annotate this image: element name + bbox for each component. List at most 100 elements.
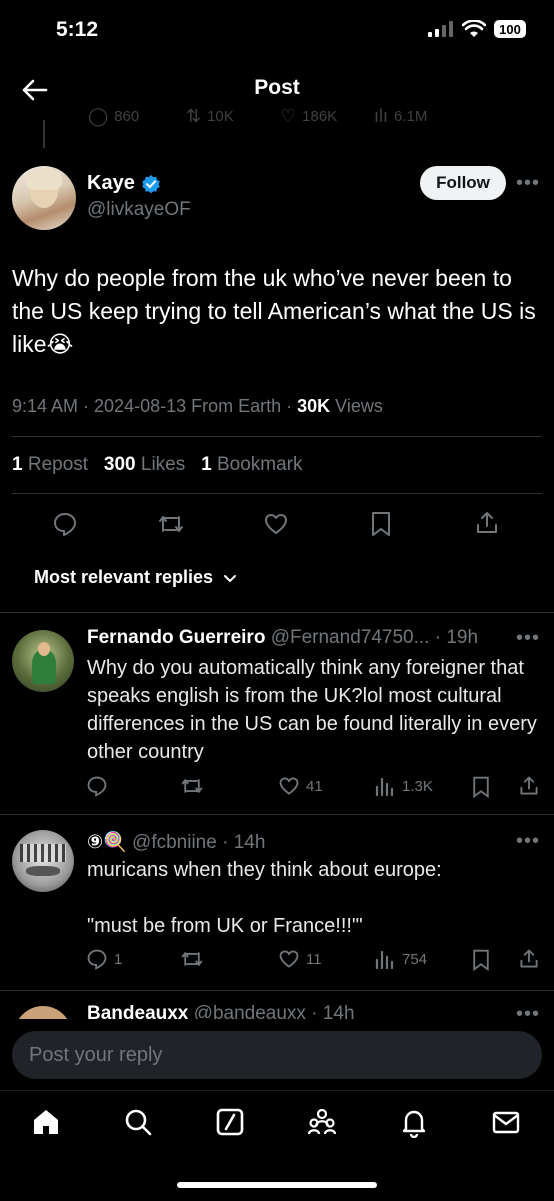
share-icon[interactable] — [518, 948, 540, 970]
views-label: Views — [330, 396, 383, 416]
repost-button[interactable] — [180, 775, 204, 797]
status-time: 5:12 — [56, 18, 99, 41]
reposts-stat[interactable]: 1 Repost — [12, 454, 88, 475]
reply-actions: 1 11 754 — [0, 946, 554, 976]
notifications-icon[interactable] — [398, 1106, 430, 1138]
reply-text: Why do you automatically think any forei… — [87, 657, 537, 763]
reply-header: ⑨🍭 @fcbniine · 14h — [87, 830, 265, 854]
reply-avatar[interactable] — [14, 1006, 72, 1019]
views-button[interactable]: 754 — [374, 948, 427, 970]
divider — [12, 436, 542, 437]
like-button[interactable]: 11 — [278, 948, 322, 970]
bookmark-icon[interactable] — [471, 949, 491, 971]
views-icon — [375, 777, 394, 797]
search-icon[interactable] — [122, 1106, 154, 1138]
author-avatar[interactable] — [12, 166, 76, 230]
reply-button[interactable]: 1 — [86, 948, 122, 970]
author-name[interactable]: Kaye — [87, 172, 135, 195]
page-title: Post — [254, 76, 300, 99]
divider — [0, 612, 554, 613]
reply-header: Fernando Guerreiro @Fernand74750... · 19… — [87, 627, 478, 649]
repost-count: ⇅ 10K — [186, 106, 234, 126]
bookmarks-stat[interactable]: 1 Bookmark — [201, 454, 302, 475]
divider — [0, 990, 554, 991]
reply-header: Bandeauxx @bandeauxx · 14h — [87, 1003, 355, 1019]
share-icon[interactable] — [474, 510, 500, 536]
replies-sort-label: Most relevant replies — [34, 567, 214, 587]
repost-icon: ⇅ — [186, 106, 202, 126]
like-count: 11 — [306, 950, 322, 968]
share-icon[interactable] — [518, 775, 540, 797]
reply-button[interactable] — [86, 775, 114, 797]
repost-icon — [181, 952, 203, 966]
views-button[interactable]: 1.3K — [374, 775, 433, 797]
reply-author-handle[interactable]: @Fernand74750... — [271, 627, 430, 648]
reply-avatar[interactable] — [12, 830, 74, 892]
view-count: ılı 6.1M — [374, 106, 428, 126]
post-stats: 1 Repost 300 Likes 1 Bookmark — [12, 454, 302, 476]
reply-icon[interactable] — [52, 511, 78, 537]
grok-icon[interactable] — [214, 1106, 246, 1138]
views-count: 30K — [297, 396, 331, 416]
bookmark-icon[interactable] — [370, 511, 392, 537]
reply-time: · 14h — [222, 832, 266, 853]
like-button[interactable]: 41 — [278, 775, 323, 797]
reply-icon — [87, 776, 107, 797]
divider — [0, 814, 554, 815]
follow-button[interactable]: Follow — [420, 166, 506, 200]
author-name-row[interactable]: Kaye — [87, 172, 161, 195]
like-count: ♡ 186K — [280, 106, 338, 126]
reply-icon — [87, 949, 107, 970]
view-count: 1.3K — [402, 777, 433, 795]
reply-count: ◯ 860 — [88, 106, 140, 126]
views-icon — [375, 950, 394, 970]
more-options-icon[interactable]: ••• — [516, 627, 540, 650]
like-count: 41 — [306, 777, 323, 795]
thread-connector — [43, 120, 45, 148]
like-icon — [279, 777, 299, 795]
like-icon[interactable] — [263, 511, 289, 537]
divider — [12, 493, 542, 494]
replies-sort-dropdown[interactable]: Most relevant replies — [34, 567, 237, 588]
post-text: Why do people from the uk who’ve never b… — [12, 265, 536, 357]
bookmark-icon[interactable] — [471, 776, 491, 798]
signal-icon — [428, 21, 453, 37]
reply-author-name[interactable]: Bandeauxx — [87, 1003, 188, 1019]
post-meta: 9:14 AM · 2024-08-13 From Earth · 30K Vi… — [12, 396, 383, 417]
reply-author-name[interactable]: Fernando Guerreiro — [87, 627, 265, 648]
author-handle[interactable]: @livkayeOF — [87, 199, 191, 221]
chevron-down-icon — [224, 574, 237, 582]
reply-avatar[interactable] — [12, 630, 74, 692]
more-options-icon[interactable]: ••• — [516, 830, 540, 853]
like-icon: ♡ — [280, 106, 297, 126]
reply-author-handle[interactable]: @fcbniine — [132, 832, 217, 853]
more-options-icon[interactable]: ••• — [516, 172, 540, 195]
previous-post-actions: ◯ 860 ⇅ 10K ♡ 186K ılı 6.1M — [0, 106, 554, 128]
communities-icon[interactable] — [306, 1106, 338, 1138]
reply-time: · 14h — [311, 1003, 355, 1019]
reply-text: muricans when they think about europe: "… — [87, 859, 442, 937]
wifi-icon — [462, 20, 486, 37]
views-icon: ılı — [374, 106, 389, 126]
more-options-icon[interactable]: ••• — [516, 1003, 540, 1019]
home-icon[interactable] — [30, 1106, 62, 1138]
reply-time: · 19h — [434, 627, 479, 648]
like-icon — [279, 950, 299, 968]
reply-author-handle[interactable]: @bandeauxx — [194, 1003, 306, 1019]
battery-indicator: 100 — [494, 20, 526, 38]
repost-icon — [181, 779, 203, 793]
repost-button[interactable] — [180, 948, 204, 970]
messages-icon[interactable] — [490, 1106, 522, 1138]
home-indicator — [177, 1182, 377, 1188]
reply-actions: 41 1.3K — [0, 773, 554, 803]
repost-icon[interactable] — [157, 511, 185, 537]
reply-icon: ◯ — [88, 106, 109, 126]
reply-author-name[interactable]: ⑨🍭 — [87, 832, 127, 853]
likes-stat[interactable]: 300 Likes — [104, 454, 185, 475]
post-actions — [0, 505, 554, 543]
reply-composer-input[interactable]: Post your reply — [12, 1031, 542, 1079]
post-timestamp: 9:14 AM · 2024-08-13 From Earth · — [12, 396, 298, 416]
view-count: 754 — [402, 950, 428, 968]
status-icons: 100 — [428, 20, 526, 38]
reply-count: 1 — [114, 950, 123, 968]
